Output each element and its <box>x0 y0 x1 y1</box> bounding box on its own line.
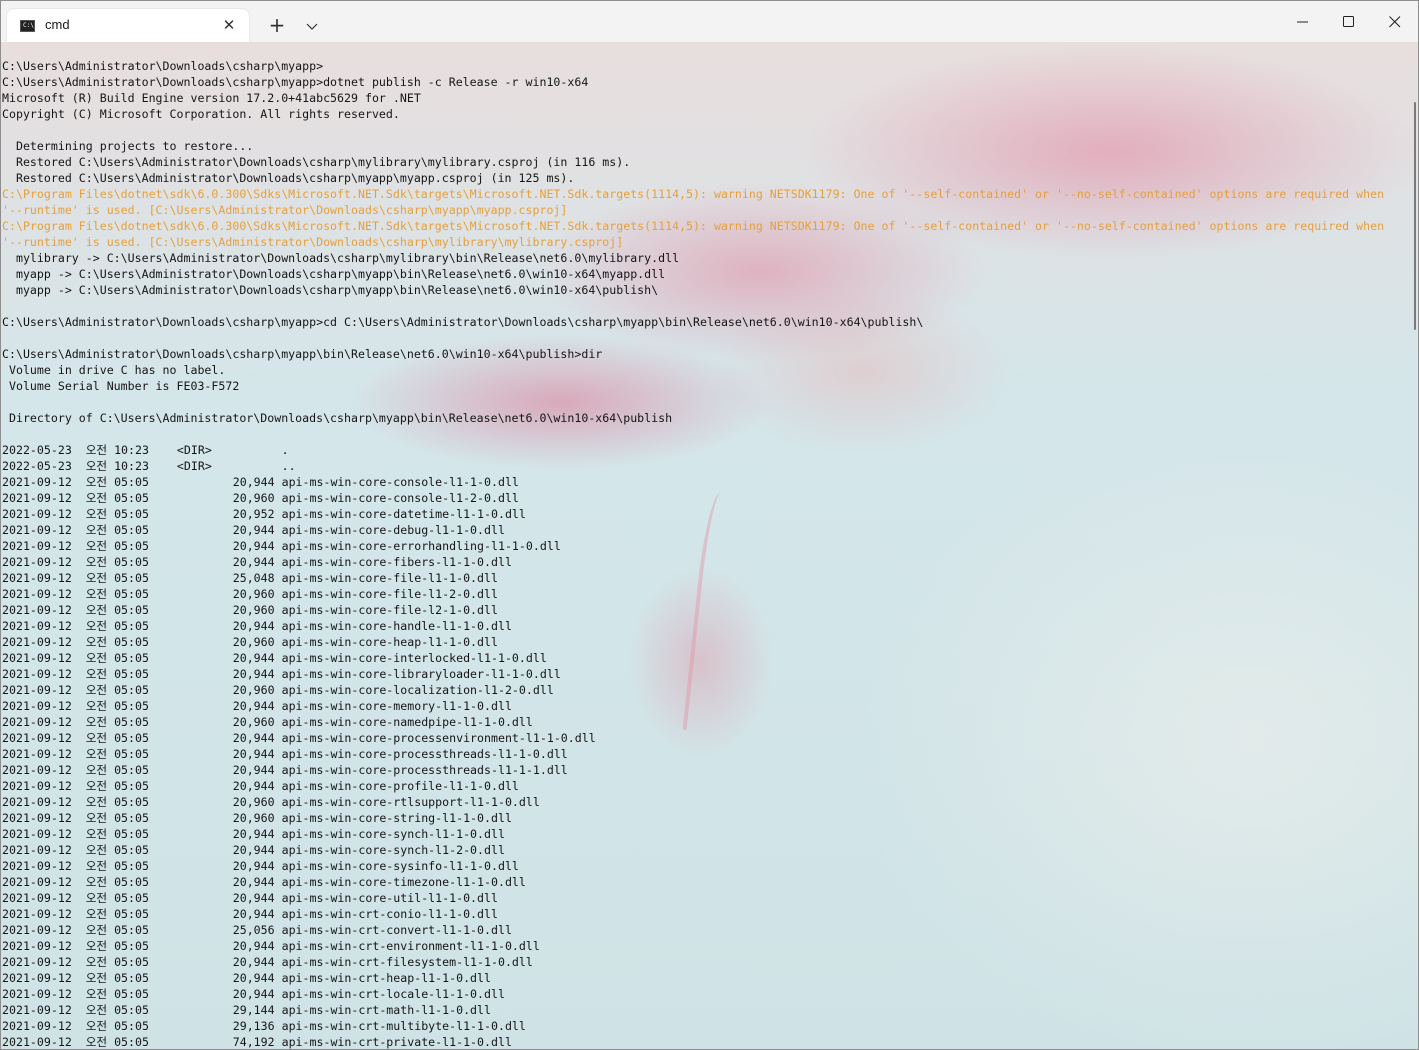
console-line: 2021-09-12 오전 05:05 20,944 api-ms-win-co… <box>2 619 512 633</box>
console-line: 2021-09-12 오전 05:05 20,944 api-ms-win-co… <box>2 539 561 553</box>
console-line: 2021-09-12 오전 05:05 20,960 api-ms-win-co… <box>2 587 498 601</box>
warning-line: C:\Program Files\dotnet\sdk\6.0.300\Sdks… <box>2 187 1385 201</box>
console-line: 2021-09-12 오전 05:05 20,944 api-ms-win-co… <box>2 699 512 713</box>
console-line: 2021-09-12 오전 05:05 20,960 api-ms-win-co… <box>2 795 540 809</box>
console-line: Volume in drive C has no label. <box>2 363 226 377</box>
console-line: 2021-09-12 오전 05:05 20,944 api-ms-win-cr… <box>2 939 540 953</box>
console-line: 2022-05-23 오전 10:23 <DIR> .. <box>2 459 296 473</box>
console-line: 2021-09-12 오전 05:05 20,944 api-ms-win-co… <box>2 779 519 793</box>
warning-line: C:\Program Files\dotnet\sdk\6.0.300\Sdks… <box>2 219 1385 233</box>
console-line: myapp -> C:\Users\Administrator\Download… <box>2 267 666 281</box>
console-line: 2021-09-12 오전 05:05 20,944 api-ms-win-co… <box>2 523 505 537</box>
console-line: 2021-09-12 오전 05:05 20,944 api-ms-win-co… <box>2 555 512 569</box>
console-line: 2021-09-12 오전 05:05 20,960 api-ms-win-co… <box>2 491 519 505</box>
console-line: 2022-05-23 오전 10:23 <DIR> . <box>2 443 289 457</box>
console-line: C:\Users\Administrator\Downloads\csharp\… <box>2 59 324 73</box>
maximize-button[interactable] <box>1326 1 1372 42</box>
console-line: Determining projects to restore... <box>2 139 254 153</box>
console-line: Microsoft (R) Build Engine version 17.2.… <box>2 91 421 105</box>
console-line: 2021-09-12 오전 05:05 20,944 api-ms-win-cr… <box>2 955 533 969</box>
console-line: 2021-09-12 오전 05:05 20,944 api-ms-win-cr… <box>2 987 505 1001</box>
close-window-button[interactable] <box>1372 1 1418 42</box>
console-line: 2021-09-12 오전 05:05 20,944 api-ms-win-co… <box>2 667 561 681</box>
terminal-window: C:\. cmd ✕ + C:\Users\Administrator\Down… <box>0 0 1419 1050</box>
console-line: Restored C:\Users\Administrator\Download… <box>2 171 575 185</box>
console-line: 2021-09-12 오전 05:05 20,960 api-ms-win-co… <box>2 683 554 697</box>
console-line: 2021-09-12 오전 05:05 20,944 api-ms-win-co… <box>2 731 596 745</box>
console-line: 2021-09-12 오전 05:05 20,952 api-ms-win-co… <box>2 507 526 521</box>
console-line: 2021-09-12 오전 05:05 29,144 api-ms-win-cr… <box>2 1003 491 1017</box>
console-line: Volume Serial Number is FE03-F572 <box>2 379 240 393</box>
console-line: myapp -> C:\Users\Administrator\Download… <box>2 283 659 297</box>
console-line: 2021-09-12 오전 05:05 29,136 api-ms-win-cr… <box>2 1019 526 1033</box>
scrollbar-thumb[interactable] <box>1414 102 1416 330</box>
title-bar[interactable]: C:\. cmd ✕ + <box>1 1 1418 42</box>
command-prompt-icon: C:\. <box>20 20 38 32</box>
console-line: C:\Users\Administrator\Downloads\csharp\… <box>2 347 603 361</box>
console-line: 2021-09-12 오전 05:05 20,960 api-ms-win-co… <box>2 811 512 825</box>
console-line: 2021-09-12 오전 05:05 20,944 api-ms-win-co… <box>2 747 568 761</box>
console-line: 2021-09-12 오전 05:05 20,944 api-ms-win-co… <box>2 859 519 873</box>
new-tab-button[interactable]: + <box>263 13 291 39</box>
console-line: 2021-09-12 오전 05:05 25,048 api-ms-win-co… <box>2 571 498 585</box>
console-output: C:\Users\Administrator\Downloads\csharp\… <box>2 58 1385 1049</box>
console-line: mylibrary -> C:\Users\Administrator\Down… <box>2 251 680 265</box>
close-tab-icon[interactable]: ✕ <box>219 15 239 35</box>
command-prompt-icon-text: C:\. <box>23 22 38 29</box>
tab-title: cmd <box>45 17 70 32</box>
terminal-output-area[interactable]: C:\Users\Administrator\Downloads\csharp\… <box>1 42 1418 1049</box>
console-line: 2021-09-12 오전 05:05 20,944 api-ms-win-cr… <box>2 907 498 921</box>
console-line: 2021-09-12 오전 05:05 20,944 api-ms-win-co… <box>2 651 547 665</box>
console-line: Copyright (C) Microsoft Corporation. All… <box>2 107 400 121</box>
warning-line: '--runtime' is used. [C:\Users\Administr… <box>2 203 568 217</box>
console-line: 2021-09-12 오전 05:05 74,192 api-ms-win-cr… <box>2 1035 512 1049</box>
console-line: 2021-09-12 오전 05:05 25,056 api-ms-win-cr… <box>2 923 512 937</box>
console-line: 2021-09-12 오전 05:05 20,960 api-ms-win-co… <box>2 715 533 729</box>
console-line: C:\Users\Administrator\Downloads\csharp\… <box>2 315 924 329</box>
console-line: 2021-09-12 오전 05:05 20,944 api-ms-win-co… <box>2 891 498 905</box>
console-line: 2021-09-12 오전 05:05 20,944 api-ms-win-co… <box>2 827 505 841</box>
console-line: 2021-09-12 오전 05:05 20,944 api-ms-win-cr… <box>2 971 491 985</box>
minimize-button[interactable] <box>1280 1 1326 42</box>
tab-cmd[interactable]: C:\. cmd ✕ <box>7 9 249 42</box>
maximize-icon <box>1343 16 1354 27</box>
console-line: 2021-09-12 오전 05:05 20,960 api-ms-win-co… <box>2 635 498 649</box>
chevron-down-icon[interactable] <box>301 14 323 38</box>
console-line: 2021-09-12 오전 05:05 20,960 api-ms-win-co… <box>2 603 498 617</box>
console-line: 2021-09-12 오전 05:05 20,944 api-ms-win-co… <box>2 763 568 777</box>
console-line: 2021-09-12 오전 05:05 20,944 api-ms-win-co… <box>2 843 505 857</box>
console-line: 2021-09-12 오전 05:05 20,944 api-ms-win-co… <box>2 475 519 489</box>
console-line: 2021-09-12 오전 05:05 20,944 api-ms-win-co… <box>2 875 526 889</box>
console-line: C:\Users\Administrator\Downloads\csharp\… <box>2 75 589 89</box>
close-icon <box>1389 16 1401 28</box>
console-line: Directory of C:\Users\Administrator\Down… <box>2 411 673 425</box>
minimize-icon <box>1297 21 1308 23</box>
warning-line: '--runtime' is used. [C:\Users\Administr… <box>2 235 624 249</box>
console-line: Restored C:\Users\Administrator\Download… <box>2 155 631 169</box>
